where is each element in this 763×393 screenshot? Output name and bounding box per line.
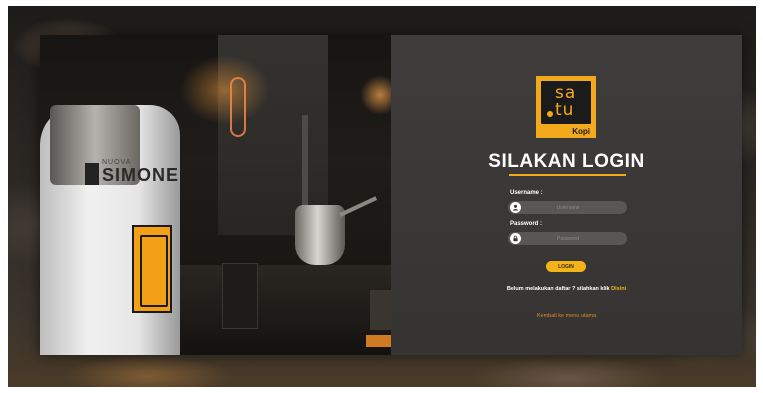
logo-text-kopi: Kopi (572, 127, 590, 136)
photo-orange-object (366, 335, 391, 347)
logo-inner: sa tu (541, 81, 591, 124)
page-title: SILAKAN LOGIN (488, 151, 645, 172)
title-underline (509, 174, 626, 176)
photo-drip-stand (302, 115, 308, 215)
user-icon (510, 202, 521, 213)
login-button[interactable]: LOGIN (546, 261, 586, 272)
password-field-wrapper (508, 232, 627, 245)
photo-counter (180, 265, 391, 355)
photo-light (180, 55, 270, 125)
register-text: Belum melakukan daftar ? silahkan klik (506, 286, 610, 292)
logo-dot (547, 111, 553, 117)
satu-kopi-logo: sa tu Kopi (536, 76, 596, 138)
photo-small-sign (222, 263, 258, 329)
username-input[interactable] (521, 202, 627, 213)
photo-grinder-logo (132, 225, 172, 313)
photo-neon (230, 77, 246, 137)
login-panel: sa tu Kopi SILAKAN LOGIN Username : Pass… (391, 35, 742, 355)
register-prompt: Belum melakukan daftar ? silahkan klik D… (391, 286, 742, 292)
username-field-wrapper (508, 201, 627, 214)
back-to-main-menu-link[interactable]: Kembali ke menu utama (391, 313, 742, 319)
photo-light (360, 75, 391, 115)
logo-text-tu: tu (555, 100, 575, 120)
username-label: Username : (510, 190, 543, 196)
login-card: NUOVA SIMONE sa tu Kopi SILAKAN LOGIN Us… (40, 35, 742, 355)
register-link[interactable]: Disini (611, 286, 626, 292)
photo-mug (370, 290, 391, 330)
photo-kettle-spout (339, 196, 378, 217)
password-label: Password : (510, 221, 543, 227)
photo-brand-mark (85, 163, 99, 185)
lock-icon (510, 233, 521, 244)
photo-kettle (295, 205, 345, 265)
cafe-photo: NUOVA SIMONE (40, 35, 391, 355)
photo-brand-name: SIMONE (102, 165, 180, 185)
password-input[interactable] (521, 233, 627, 244)
